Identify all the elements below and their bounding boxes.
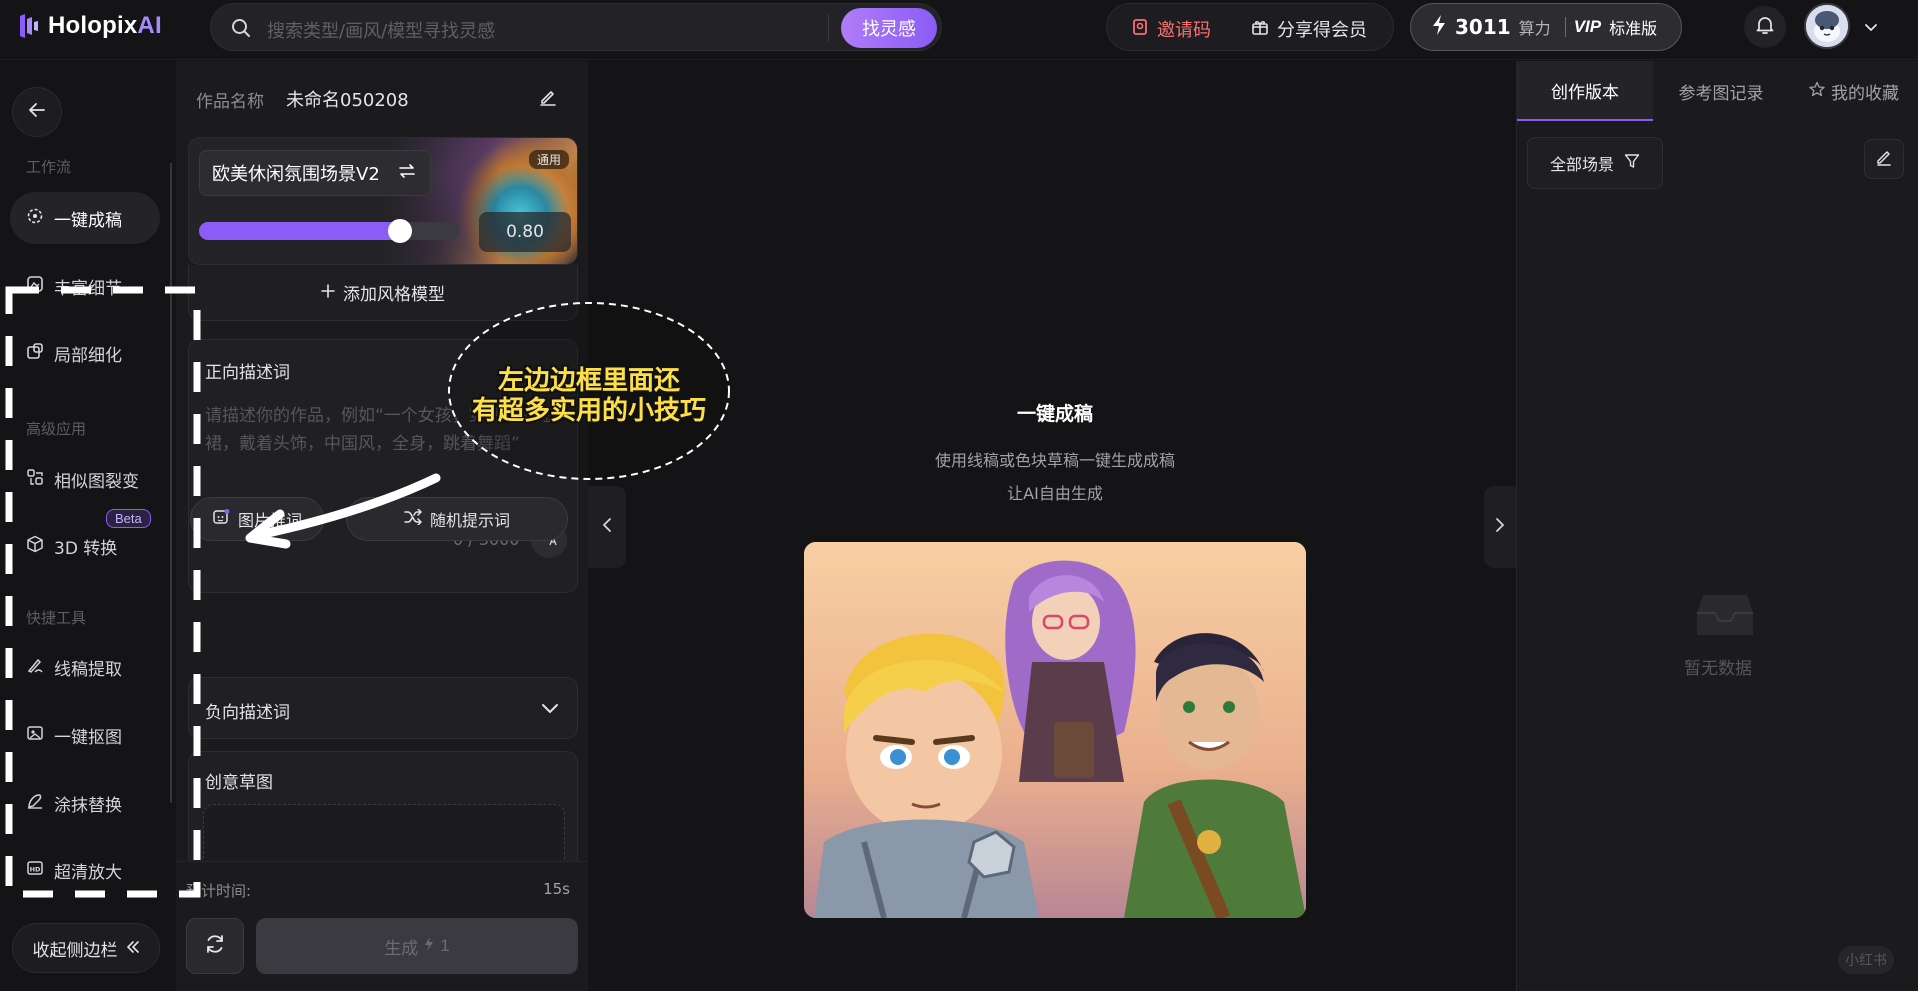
feature-desc-2: 让AI自由生成 [1007, 484, 1103, 503]
tutorial-caption-line-2: 有超多实用的小技巧 [471, 396, 706, 426]
chevron-left-icon [602, 517, 612, 537]
edit-name-icon[interactable] [538, 87, 558, 111]
negative-prompt-title: 负向描述词 [205, 703, 290, 723]
positive-prompt-title: 正向描述词 [205, 363, 290, 383]
style-model-name: 欧美休闲氛围场景V2 [212, 164, 380, 185]
negative-prompt-card[interactable]: 负向描述词 [188, 677, 578, 739]
tab-label: 创作版本 [1551, 82, 1619, 103]
add-style-label: 添加风格模型 [343, 285, 445, 305]
generate-cost: 1 [440, 936, 450, 955]
credits-unit: 算力 [1518, 19, 1551, 38]
slider-thumb[interactable] [388, 219, 412, 243]
chevron-down-icon [541, 700, 559, 719]
sparkle-icon [26, 207, 44, 230]
fantasy-characters-image [804, 542, 1306, 918]
canvas-area: 一键成稿 使用线稿或色块草稿一键生成成稿 让AI自由生成 [626, 0, 1484, 991]
tab-versions[interactable]: 创作版本 [1517, 61, 1653, 121]
swap-icon [398, 163, 416, 184]
example-illustration [804, 542, 1306, 918]
empty-inbox-icon [1695, 591, 1755, 643]
edit-icon [1875, 148, 1893, 170]
double-chevron-left-icon [126, 938, 140, 958]
style-strength-value[interactable]: 0.80 [479, 212, 571, 252]
vip-tier: 标准版 [1609, 19, 1658, 38]
search-icon [231, 18, 251, 42]
scene-filter-button[interactable]: 全部场景 [1527, 137, 1663, 189]
creative-sketch-title: 创意草图 [205, 773, 273, 793]
tab-reference-history[interactable]: 参考图记录 [1653, 61, 1789, 121]
scene-filter-label: 全部场景 [1549, 155, 1614, 174]
plus-icon [321, 283, 335, 303]
style-strength-slider[interactable] [199, 219, 459, 243]
watermark: 小红书 [1838, 946, 1894, 974]
section-workflow: 工作流 [26, 158, 72, 176]
generate-label: 生成 [384, 938, 419, 958]
style-tag: 通用 [528, 150, 569, 169]
holopix-logo-icon [18, 13, 40, 39]
style-model-select[interactable]: 欧美休闲氛围场景V2 [199, 150, 431, 196]
avatar[interactable] [1804, 3, 1850, 49]
avatar-icon [1806, 5, 1848, 47]
tutorial-highlight-box [5, 286, 201, 898]
image-prompt-icon [212, 508, 230, 530]
back-button[interactable] [12, 87, 62, 137]
collapse-panel-left-button[interactable] [588, 486, 626, 568]
generate-button[interactable]: 生成 1 [256, 918, 578, 974]
logo[interactable]: HolopixAI [18, 10, 162, 42]
star-icon [1809, 81, 1825, 102]
slider-fill [199, 222, 400, 240]
bell-icon [1756, 15, 1774, 39]
style-model-card: 通用 欧美休闲氛围场景V2 0.80 [188, 137, 578, 265]
search-input[interactable]: 搜索类型/画风/模型寻找灵感 [267, 17, 495, 43]
reset-button[interactable] [186, 918, 244, 974]
expand-right-panel-button[interactable] [1484, 486, 1516, 568]
tab-favorites[interactable]: 我的收藏 [1789, 61, 1918, 121]
lightning-small-icon [424, 936, 434, 956]
account-chevron-down-icon[interactable] [1864, 18, 1878, 37]
tab-label: 我的收藏 [1831, 83, 1899, 104]
arrow-left-icon [28, 102, 46, 122]
sidebar-item-label: 一键成稿 [54, 210, 122, 231]
logo-ai-text: AI [137, 12, 162, 39]
notification-button[interactable] [1744, 6, 1786, 48]
work-name-label: 作品名称 [196, 92, 264, 112]
tab-label: 参考图记录 [1678, 83, 1764, 104]
filter-icon [1624, 153, 1640, 173]
collapse-sidebar-label: 收起侧边栏 [32, 940, 118, 961]
credits-divider [1564, 17, 1566, 37]
logo-text: Holopix [48, 12, 138, 39]
empty-state-text: 暂无数据 [1684, 659, 1752, 679]
batch-edit-button[interactable] [1864, 139, 1904, 179]
sidebar-item-one-click-draft[interactable]: 一键成稿 [10, 192, 160, 244]
generate-footer: 预计时间: 15s 生成 1 [176, 861, 588, 991]
chevron-right-icon [1495, 517, 1505, 537]
feature-title: 一键成稿 [1016, 403, 1093, 425]
history-panel: 创作版本 参考图记录 我的收藏 全部场景 暂无数据 [1516, 61, 1918, 991]
refresh-icon [204, 933, 226, 959]
work-name: 未命名050208 [286, 90, 409, 111]
collapse-sidebar-button[interactable]: 收起侧边栏 [12, 923, 160, 973]
estimate-value: 15s [543, 880, 570, 898]
vip-badge: VIP [1573, 17, 1602, 36]
feature-desc-1: 使用线稿或色块草稿一键生成成稿 [934, 451, 1175, 470]
tutorial-arrow-icon [245, 473, 441, 549]
